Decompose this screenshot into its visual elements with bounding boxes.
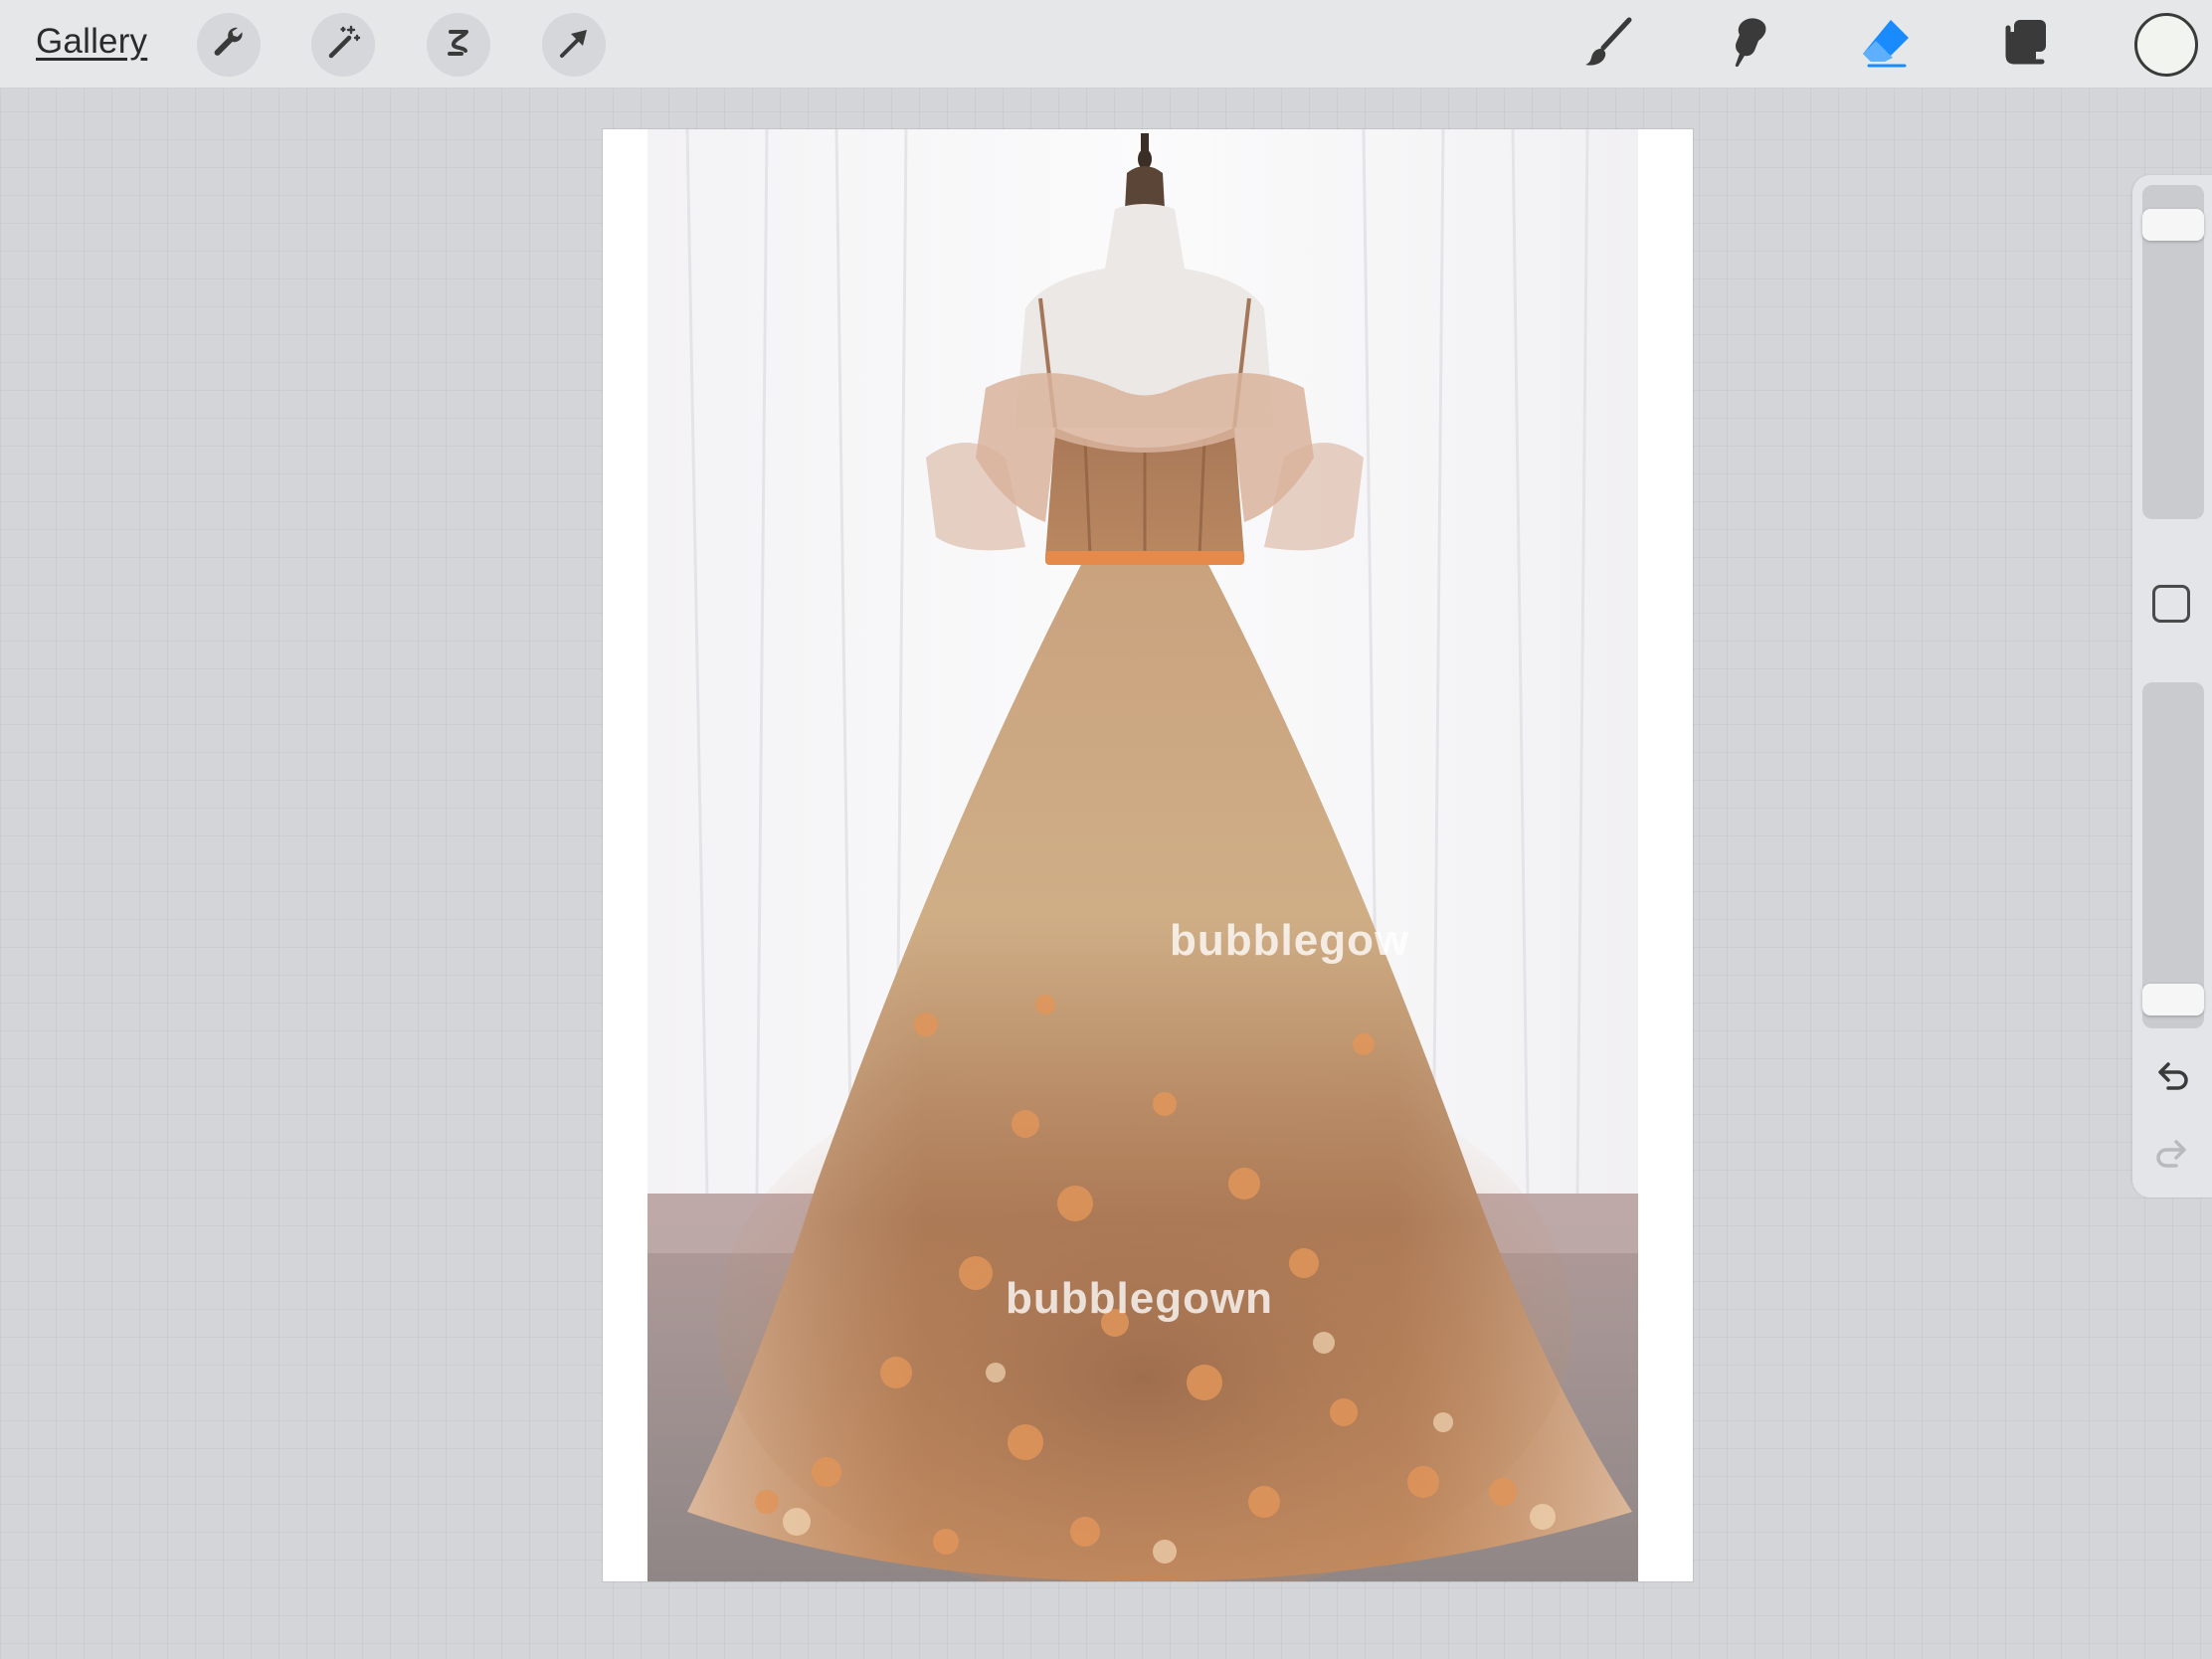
color-picker-swatch[interactable] xyxy=(2134,13,2198,77)
smudge-icon xyxy=(1716,12,1777,79)
transform-button[interactable] xyxy=(542,13,606,77)
magic-wand-icon xyxy=(323,23,363,68)
gallery-button[interactable]: Gallery xyxy=(36,22,147,62)
brush-size-slider[interactable] xyxy=(2142,185,2204,519)
layers-button[interactable] xyxy=(1990,10,2060,80)
redo-icon xyxy=(2150,1140,2194,1182)
opacity-thumb[interactable] xyxy=(2142,984,2204,1016)
top-toolbar: Gallery xyxy=(0,0,2212,89)
wrench-icon xyxy=(209,23,249,68)
opacity-slider[interactable] xyxy=(2142,682,2204,1028)
adjustments-button[interactable] xyxy=(311,13,375,77)
eraser-tool[interactable] xyxy=(1851,10,1921,80)
dress-photo: bubblegow bubblegown xyxy=(647,129,1638,1581)
watermark-text-2: bubblegown xyxy=(1006,1274,1273,1323)
side-toolbar xyxy=(2132,175,2212,1198)
smudge-tool[interactable] xyxy=(1712,10,1781,80)
drawing-canvas[interactable]: bubblegow bubblegown xyxy=(603,129,1693,1581)
brush-tool[interactable] xyxy=(1573,10,1643,80)
layers-icon xyxy=(1994,12,2056,79)
transform-arrow-icon xyxy=(554,23,594,68)
undo-icon xyxy=(2150,1062,2194,1104)
eraser-icon xyxy=(1855,12,1917,79)
watermark-text-1: bubblegow xyxy=(1170,916,1409,965)
actions-button[interactable] xyxy=(197,13,261,77)
selection-icon xyxy=(439,23,478,68)
brush-size-thumb[interactable] xyxy=(2142,209,2204,242)
undo-button[interactable] xyxy=(2150,1056,2194,1100)
brush-icon xyxy=(1577,12,1639,79)
modify-square-icon[interactable] xyxy=(2152,585,2190,623)
selection-button[interactable] xyxy=(427,13,490,77)
redo-button[interactable] xyxy=(2150,1134,2194,1178)
